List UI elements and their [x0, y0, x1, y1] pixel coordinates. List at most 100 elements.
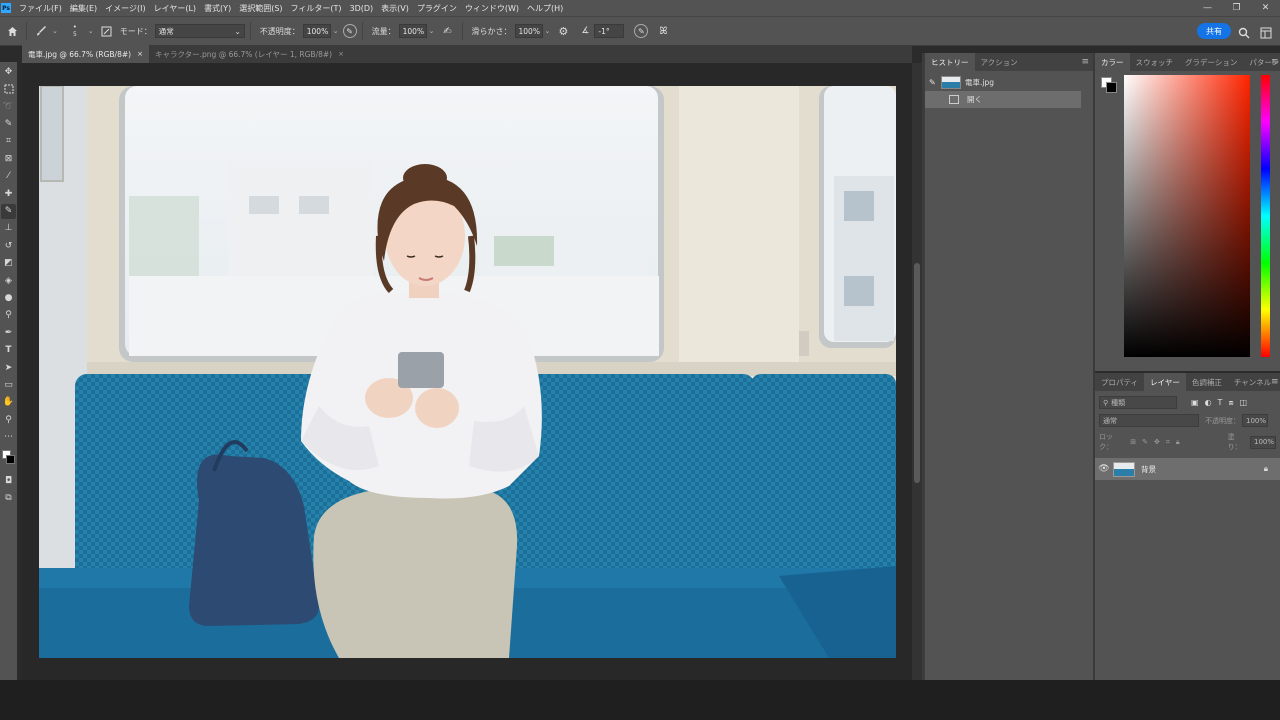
menu-filter[interactable]: フィルター(T) — [287, 3, 346, 14]
menu-3d[interactable]: 3D(D) — [346, 4, 378, 13]
menu-layer[interactable]: レイヤー(L) — [150, 3, 200, 14]
dodge-tool-icon[interactable]: ⚲ — [1, 308, 16, 323]
filter-pixel-icon[interactable]: ▣ — [1191, 398, 1199, 407]
snapshot-brush-icon[interactable]: ✎ — [929, 78, 941, 87]
history-snapshot[interactable]: ✎ 電車.jpg — [925, 74, 1093, 91]
restore-icon[interactable]: ❐ — [1222, 0, 1251, 16]
menu-window[interactable]: ウィンドウ(W) — [461, 3, 523, 14]
eyedropper-tool-icon[interactable]: ⁄ — [1, 169, 16, 184]
lock-transparency-icon[interactable]: ⊞ — [1130, 438, 1136, 446]
panel-menu-icon[interactable]: ≡ — [1081, 57, 1089, 67]
menu-type[interactable]: 書式(Y) — [200, 3, 235, 14]
zoom-tool-icon[interactable]: ⚲ — [1, 412, 16, 427]
close-icon[interactable]: × — [137, 50, 143, 58]
gear-icon[interactable]: ⚙ — [554, 22, 572, 40]
color-swatches-icon[interactable] — [1, 447, 16, 471]
minimize-icon[interactable]: — — [1193, 0, 1222, 16]
pressure-opacity-icon[interactable]: ✎ — [342, 24, 357, 38]
more-tools-icon[interactable]: ⋯ — [1, 430, 16, 445]
home-icon[interactable] — [3, 22, 21, 40]
tab-actions[interactable]: アクション — [975, 53, 1024, 71]
layer-blend-mode[interactable]: 通常 — [1099, 414, 1199, 427]
tab-channels[interactable]: チャンネル — [1228, 373, 1277, 391]
brush-settings-icon[interactable] — [98, 22, 116, 40]
quick-select-tool-icon[interactable]: ✎ — [1, 117, 16, 132]
panel-menu-icon[interactable]: ≡ — [1271, 377, 1279, 387]
angle-input[interactable]: -1° — [594, 24, 625, 38]
flow-input[interactable]: 100% — [398, 24, 427, 38]
vertical-scrollbar[interactable] — [912, 63, 922, 680]
menu-image[interactable]: イメージ(I) — [101, 3, 149, 14]
tab-history[interactable]: ヒストリー — [925, 53, 975, 71]
chevron-down-icon[interactable]: ⌄ — [52, 27, 58, 35]
brush-tool-icon[interactable]: ✎ — [1, 203, 16, 219]
eye-icon[interactable]: 👁︎ — [1095, 464, 1113, 474]
tab-adjustments[interactable]: 色調補正 — [1186, 373, 1228, 391]
filter-adjustment-icon[interactable]: ◐ — [1205, 398, 1212, 407]
close-icon[interactable]: × — [338, 50, 344, 58]
layer-fill-input[interactable]: 100% — [1250, 435, 1276, 449]
menu-view[interactable]: 表示(V) — [377, 3, 413, 14]
photoshop-logo[interactable]: Ps — [1, 3, 11, 13]
mode-select[interactable]: 通常 ⌄ — [154, 24, 245, 38]
move-tool-icon[interactable]: ✥ — [1, 64, 16, 79]
airbrush-icon[interactable]: ✍ — [439, 22, 457, 40]
pen-tool-icon[interactable]: ✒ — [1, 325, 16, 340]
chevron-down-icon[interactable]: ⌄ — [545, 27, 551, 35]
tab-document-2[interactable]: キャラクター.png @ 66.7% (レイヤー 1, RGB/8#) × — [149, 45, 350, 63]
menu-select[interactable]: 選択範囲(S) — [235, 3, 286, 14]
smoothing-input[interactable]: 100% — [514, 24, 543, 38]
chevron-down-icon[interactable]: ⌄ — [333, 27, 339, 35]
history-item[interactable]: 開く — [925, 91, 1081, 108]
brush-preset-picker[interactable]: • 5 — [64, 22, 86, 40]
chevron-down-icon[interactable]: ⌄ — [88, 27, 94, 35]
layer-kind-filter[interactable]: ⚲ 種類 — [1099, 396, 1177, 409]
brush-tool-icon[interactable] — [32, 22, 50, 40]
workspace-icon[interactable] — [1260, 24, 1274, 39]
lock-all-icon[interactable]: 🔒︎ — [1176, 438, 1180, 447]
stamp-tool-icon[interactable]: ⊥ — [1, 221, 16, 236]
history-brush-tool-icon[interactable]: ↺ — [1, 238, 16, 253]
frame-tool-icon[interactable]: ⊠ — [1, 151, 16, 166]
screen-mode-icon[interactable]: ⧉ — [1, 491, 16, 506]
crop-tool-icon[interactable]: ⌗ — [1, 134, 16, 149]
lasso-tool-icon[interactable]: ➰ — [1, 99, 16, 114]
lock-position-icon[interactable]: ✥ — [1154, 438, 1160, 446]
symmetry-icon[interactable]: ꕤ — [654, 22, 672, 40]
hue-slider[interactable] — [1261, 75, 1270, 357]
scrollbar-thumb[interactable] — [914, 263, 920, 483]
paint-bucket-tool-icon[interactable]: ◈ — [1, 273, 16, 288]
filter-smart-icon[interactable]: ◫ — [1240, 398, 1248, 407]
color-fg-bg-swatch[interactable] — [1101, 77, 1117, 93]
tab-swatches[interactable]: スウォッチ — [1130, 53, 1180, 71]
chevron-down-icon[interactable]: ⌄ — [429, 27, 435, 35]
marquee-tool-icon[interactable] — [1, 82, 16, 97]
filter-shape-icon[interactable]: ⧈ — [1228, 398, 1233, 408]
tab-color[interactable]: カラー — [1095, 53, 1130, 71]
close-icon[interactable]: ✕ — [1251, 0, 1280, 16]
path-select-tool-icon[interactable]: ➤ — [1, 360, 16, 375]
tab-layers[interactable]: レイヤー — [1144, 373, 1186, 391]
tab-gradients[interactable]: グラデーション — [1179, 53, 1243, 71]
lock-artboard-icon[interactable]: ⌗ — [1166, 438, 1170, 447]
blur-tool-icon[interactable]: ● — [1, 290, 16, 305]
tab-document-1[interactable]: 電車.jpg @ 66.7% (RGB/8#) × — [22, 45, 149, 63]
menu-plugins[interactable]: プラグイン — [413, 3, 461, 14]
rectangle-tool-icon[interactable]: ▭ — [1, 377, 16, 392]
layer-row[interactable]: 👁︎ 背景 🔒︎ — [1095, 458, 1280, 480]
eraser-tool-icon[interactable]: ◩ — [1, 256, 16, 271]
search-icon[interactable] — [1238, 24, 1252, 39]
lock-pixels-icon[interactable]: ✎ — [1142, 438, 1148, 446]
share-button[interactable]: 共有 — [1197, 23, 1231, 39]
panel-menu-icon[interactable]: ≡ — [1271, 57, 1279, 67]
menu-file[interactable]: ファイル(F) — [15, 3, 66, 14]
menu-edit[interactable]: 編集(E) — [66, 3, 101, 14]
healing-brush-tool-icon[interactable]: ✚ — [1, 186, 16, 201]
menu-help[interactable]: ヘルプ(H) — [523, 3, 567, 14]
quick-mask-icon[interactable]: ◘ — [1, 473, 16, 488]
saturation-value-field[interactable] — [1124, 75, 1250, 357]
background-color[interactable] — [1106, 82, 1117, 93]
filter-type-icon[interactable]: T — [1218, 398, 1223, 407]
background-color[interactable] — [6, 454, 15, 464]
tab-properties[interactable]: プロパティ — [1095, 373, 1144, 391]
